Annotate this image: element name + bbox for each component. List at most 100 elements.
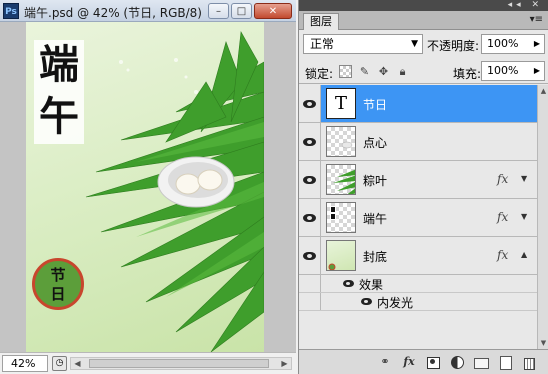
- add-mask-icon[interactable]: [425, 354, 441, 370]
- expand-effects-icon[interactable]: ▼: [521, 174, 527, 183]
- minimize-button[interactable]: –: [208, 3, 229, 19]
- artwork-title-box: 端 午: [34, 40, 84, 144]
- effects-row[interactable]: 效果: [299, 275, 537, 293]
- layer-thumbnail: [326, 240, 356, 271]
- scroll-down-icon[interactable]: ▼: [538, 339, 548, 347]
- scroll-left-icon[interactable]: ◀: [71, 358, 84, 369]
- chevron-right-icon[interactable]: ▶: [534, 35, 540, 53]
- status-info-icon[interactable]: ◷: [52, 356, 67, 371]
- chevron-down-icon: ▼: [411, 39, 418, 49]
- opacity-field[interactable]: 100% ▶: [481, 34, 545, 54]
- vertical-scrollbar[interactable]: ▲ ▼: [537, 85, 548, 349]
- blend-mode-value: 正常: [310, 37, 335, 51]
- visibility-toggle-spacer: [299, 293, 321, 310]
- layer-name[interactable]: 点心: [363, 134, 387, 151]
- chevron-right-icon[interactable]: ▶: [534, 62, 540, 80]
- artwork-char-duan: 端: [39, 41, 79, 88]
- zoom-level-field[interactable]: 42%: [2, 355, 48, 372]
- layer-row-jieri[interactable]: T 节日: [299, 85, 537, 123]
- layer-name[interactable]: 端午: [363, 210, 387, 227]
- new-layer-icon[interactable]: [497, 354, 513, 370]
- effects-label: 效果: [359, 278, 384, 292]
- inner-glow-eye-icon[interactable]: [361, 298, 372, 305]
- eye-icon: [303, 251, 316, 260]
- layer-row-zongye[interactable]: 粽叶 fx ▼: [299, 161, 537, 199]
- artwork-canvas[interactable]: 端 午 节 日: [26, 22, 264, 352]
- festival-stamp: 节 日: [32, 258, 84, 310]
- layer-name[interactable]: 粽叶: [363, 172, 387, 189]
- opacity-value: 100%: [487, 37, 519, 50]
- artwork-char-wu: 午: [39, 93, 79, 140]
- visibility-toggle[interactable]: [299, 161, 321, 198]
- visibility-toggle[interactable]: [299, 237, 321, 274]
- eye-icon: [303, 213, 316, 222]
- lock-icons: ✎ ✥ 🔒︎: [339, 65, 409, 78]
- lock-pixels-brush-icon[interactable]: ✎: [358, 65, 371, 78]
- text-layer-thumbnail: T: [326, 88, 356, 119]
- horizontal-scroll-thumb[interactable]: [89, 359, 269, 368]
- panel-collapse-icons[interactable]: ◂◂ ✕: [508, 0, 543, 11]
- expand-effects-icon[interactable]: ▼: [521, 212, 527, 221]
- stamp-char-jie: 节: [50, 266, 66, 284]
- lock-position-move-icon[interactable]: ✥: [377, 65, 390, 78]
- panel-tab-bar: 图层 ▾≡: [299, 11, 548, 30]
- lock-all-padlock-icon[interactable]: 🔒︎: [396, 65, 409, 78]
- close-button[interactable]: ✕: [254, 3, 292, 19]
- layer-thumbnail: [326, 126, 356, 157]
- layer-effects-fx-icon[interactable]: fx: [497, 248, 508, 262]
- inner-glow-label: 内发光: [377, 296, 414, 310]
- eye-icon: [303, 175, 316, 184]
- effects-eye-icon[interactable]: [343, 280, 354, 287]
- document-window: Ps 端午.psd @ 42% (节日, RGB/8) – □ ✕ 端 午 节 …: [0, 0, 296, 374]
- fill-label: 填充:: [453, 67, 482, 81]
- footer-icon-group: ⚭ fx: [377, 354, 537, 370]
- layer-effects-fx-icon[interactable]: fx: [497, 210, 508, 224]
- layer-row-duanwu[interactable]: 端午 fx ▼: [299, 199, 537, 237]
- visibility-toggle[interactable]: [299, 199, 321, 236]
- stamp-char-ri: 日: [50, 285, 66, 303]
- panel-menu-icon[interactable]: ▾≡: [530, 14, 543, 25]
- tab-layers[interactable]: 图层: [303, 13, 339, 30]
- panel-top-strip[interactable]: ◂◂ ✕: [299, 0, 548, 11]
- link-layers-icon[interactable]: ⚭: [377, 354, 393, 370]
- layers-list: T 节日 点心 粽叶 fx ▼ 端午 fx ▼ 封底 fx ▲ 效果 内发光: [299, 85, 537, 349]
- document-status-bar: 42% ◷ ◀ ▶: [0, 352, 296, 374]
- visibility-toggle-spacer: [299, 275, 321, 292]
- layer-row-dianxin[interactable]: 点心: [299, 123, 537, 161]
- visibility-toggle[interactable]: [299, 85, 321, 122]
- eye-icon: [303, 99, 316, 108]
- layer-thumbnail: [326, 164, 356, 195]
- layer-name[interactable]: 封底: [363, 248, 387, 265]
- eye-icon: [303, 137, 316, 146]
- scroll-right-icon[interactable]: ▶: [278, 358, 291, 369]
- lock-transparency-icon[interactable]: [339, 65, 352, 78]
- fill-value: 100%: [487, 64, 519, 77]
- layer-thumbnail: [326, 202, 356, 233]
- blend-mode-row: 正常 ▼ 不透明度: 100% ▶: [299, 33, 548, 57]
- blend-mode-select[interactable]: 正常 ▼: [303, 34, 423, 54]
- photoshop-workspace: Ps 端午.psd @ 42% (节日, RGB/8) – □ ✕ 端 午 节 …: [0, 0, 548, 374]
- new-group-folder-icon[interactable]: [473, 354, 489, 370]
- canvas-area[interactable]: 端 午 节 日: [0, 22, 296, 352]
- delete-layer-trash-icon[interactable]: [521, 354, 537, 370]
- layers-panel-footer: ⚭ fx: [299, 349, 548, 374]
- maximize-button[interactable]: □: [231, 3, 252, 19]
- document-title: 端午.psd @ 42% (节日, RGB/8): [24, 6, 202, 20]
- photoshop-icon: Ps: [3, 3, 19, 19]
- document-titlebar[interactable]: Ps 端午.psd @ 42% (节日, RGB/8) – □ ✕: [0, 0, 296, 22]
- layer-name[interactable]: 节日: [363, 96, 387, 113]
- inner-glow-effect-row[interactable]: 内发光: [299, 293, 537, 311]
- lock-row: 锁定: ✎ ✥ 🔒︎ 填充: 100% ▶: [299, 60, 548, 84]
- layers-panel: ◂◂ ✕ 图层 ▾≡ 正常 ▼ 不透明度: 100% ▶ 锁定: ✎ ✥ 🔒︎: [298, 0, 548, 374]
- fill-field[interactable]: 100% ▶: [481, 61, 545, 81]
- add-layer-style-fx-icon[interactable]: fx: [401, 354, 417, 370]
- scroll-up-icon[interactable]: ▲: [538, 87, 548, 95]
- collapse-effects-icon[interactable]: ▲: [521, 250, 527, 259]
- layer-effects-fx-icon[interactable]: fx: [497, 172, 508, 186]
- layer-row-fengdi[interactable]: 封底 fx ▲: [299, 237, 537, 275]
- visibility-toggle[interactable]: [299, 123, 321, 160]
- window-buttons: – □ ✕: [208, 3, 292, 19]
- horizontal-scrollbar[interactable]: ◀ ▶: [70, 357, 292, 370]
- lock-label: 锁定:: [305, 67, 334, 81]
- adjustment-layer-icon[interactable]: [449, 354, 465, 370]
